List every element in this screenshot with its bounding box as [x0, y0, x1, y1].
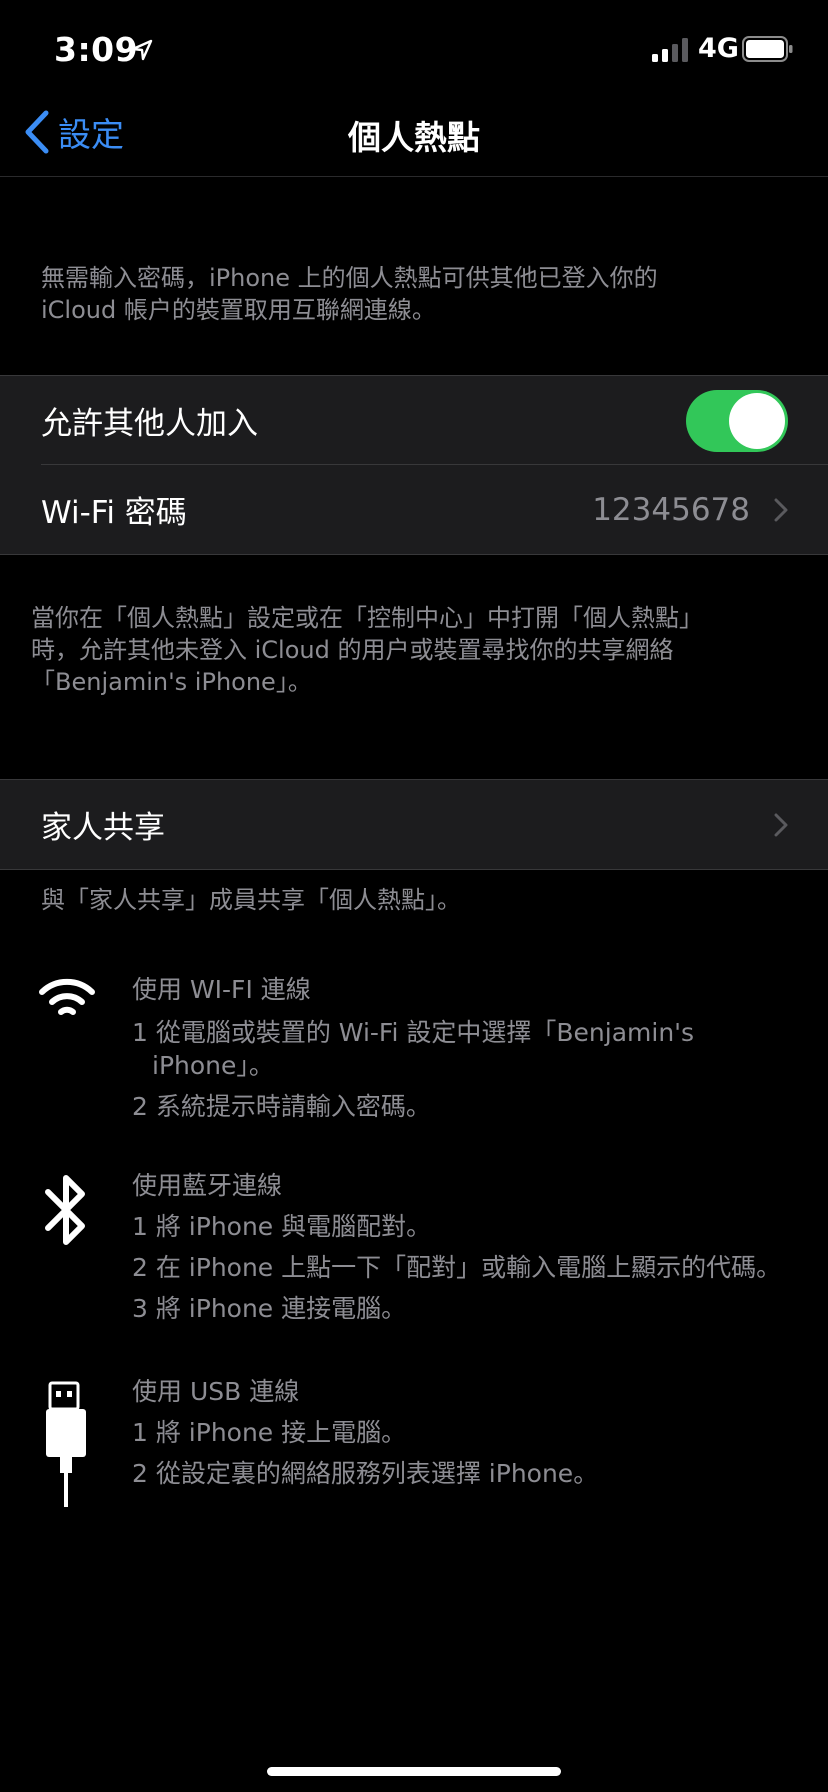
usb-cable-icon: [46, 1381, 86, 1507]
wifi-step: 2 系統提示時請輸入密碼。: [132, 1092, 431, 1121]
wifi-step: 1 從電腦或裝置的 Wi-Fi 設定中選擇「Benjamin's: [132, 1018, 695, 1047]
chevron-right-icon: [774, 813, 788, 836]
bluetooth-step: 3 將 iPhone 連接電腦。: [132, 1294, 407, 1323]
allow-others-row: 允許其他人加入: [0, 376, 828, 465]
allow-others-label: 允許其他人加入: [41, 406, 258, 442]
nav-divider: [0, 176, 828, 177]
discover-note-line: 「Benjamin's iPhone」。: [31, 668, 312, 696]
page-title: 個人熱點: [348, 118, 480, 157]
family-sharing-label: 家人共享: [41, 810, 165, 846]
wifi-instructions-title: 使用 WI-FI 連線: [132, 975, 311, 1004]
hotspot-settings-group: 允許其他人加入 Wi-Fi 密碼 12345678: [0, 375, 828, 555]
usb-step: 1 將 iPhone 接上電腦。: [132, 1418, 407, 1447]
battery-icon: [742, 36, 793, 62]
home-indicator[interactable]: [267, 1767, 561, 1776]
family-sharing-row[interactable]: 家人共享: [0, 780, 828, 869]
wifi-step: iPhone」。: [152, 1051, 274, 1080]
family-sharing-note: 與「家人共享」成員共享「個人熱點」。: [41, 886, 461, 914]
wifi-icon: [39, 978, 95, 1015]
usb-step: 2 從設定裏的網絡服務列表選擇 iPhone。: [132, 1459, 599, 1488]
bluetooth-instructions-title: 使用藍牙連線: [132, 1171, 283, 1200]
wifi-password-label: Wi-Fi 密碼: [41, 495, 187, 531]
bluetooth-icon: [45, 1175, 85, 1245]
intro-note-line: iCloud 帳户的裝置取用互聯網連線。: [41, 296, 436, 324]
allow-others-toggle[interactable]: [686, 390, 788, 452]
usb-instructions-title: 使用 USB 連線: [132, 1377, 300, 1406]
status-time: 3:09: [54, 30, 139, 69]
wifi-password-value: 12345678: [592, 491, 750, 528]
intro-note-line: 無需輸入密碼，iPhone 上的個人熱點可供其他已登入你的: [41, 264, 658, 292]
bluetooth-step: 2 在 iPhone 上點一下「配對」或輸入電腦上顯示的代碼。: [132, 1253, 782, 1282]
cellular-signal-icon: [652, 38, 688, 62]
chevron-right-icon: [774, 498, 788, 521]
family-sharing-group: 家人共享: [0, 779, 828, 870]
wifi-instructions: 使用 WI-FI 連線 1 從電腦或裝置的 Wi-Fi 設定中選擇「Benjam…: [132, 970, 694, 1123]
usb-instructions: 使用 USB 連線 1 將 iPhone 接上電腦。 2 從設定裏的網絡服務列表…: [132, 1372, 598, 1490]
discover-note-line: 當你在「個人熱點」設定或在「控制中心」中打開「個人熱點」: [31, 604, 703, 632]
bluetooth-instructions: 使用藍牙連線 1 將 iPhone 與電腦配對。 2 在 iPhone 上點一下…: [132, 1166, 781, 1325]
discover-note-line: 時，允許其他未登入 iCloud 的用户或裝置尋找你的共享網絡: [31, 636, 674, 664]
intro-note: 無需輸入密碼，iPhone 上的個人熱點可供其他已登入你的 iCloud 帳户的…: [41, 262, 658, 326]
wifi-password-row[interactable]: Wi-Fi 密碼 12345678: [0, 465, 828, 554]
network-type: 4G: [698, 33, 739, 64]
bluetooth-step: 1 將 iPhone 與電腦配對。: [132, 1212, 432, 1241]
location-arrow-icon: [131, 39, 153, 61]
toggle-knob: [729, 393, 785, 449]
discover-note: 當你在「個人熱點」設定或在「控制中心」中打開「個人熱點」 時，允許其他未登入 i…: [31, 602, 703, 698]
